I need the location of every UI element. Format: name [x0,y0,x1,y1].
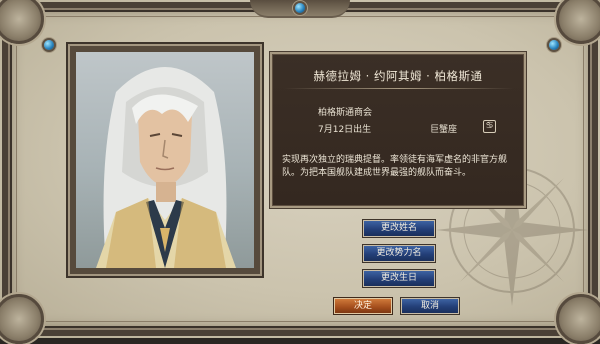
rename-button[interactable]: 更改姓名 [363,220,435,237]
portrait-frame [70,46,260,274]
confirm-button[interactable]: 决定 [334,298,392,314]
birthday-text: 7月12日出生 [318,125,372,135]
faction-name: 柏格斯通商会 [318,108,373,118]
zodiac-sign: 巨蟹座 [430,125,458,135]
character-info-panel: 赫德拉姆 · 约阿其姆 · 柏格斯通 柏格斯通商会 7月12日出生 巨蟹座 ♋ … [270,52,526,208]
change-faction-button[interactable]: 更改势力名 [363,245,435,262]
gem-icon [549,40,559,50]
cancel-button[interactable]: 取消 [401,298,459,314]
corner-ornament [556,294,600,344]
character-edit-screen: 赫德拉姆 · 约阿其姆 · 柏格斯通 柏格斯通商会 7月12日出生 巨蟹座 ♋ … [0,0,600,344]
character-bio: 实现再次独立的瑞典提督。率领徒有海军虚名的非官方舰队。为把本国舰队建成世界最强的… [282,155,508,178]
character-portrait [76,52,254,268]
gem-icon [295,3,305,13]
zodiac-cancer-icon: ♋ [483,120,496,133]
divider [284,88,514,89]
change-birthday-button[interactable]: 更改生日 [363,270,435,287]
corner-ornament [0,294,44,344]
character-name: 赫德拉姆 · 约阿其姆 · 柏格斯通 [313,69,483,83]
gem-icon [44,40,54,50]
portrait-illustration [96,67,236,268]
